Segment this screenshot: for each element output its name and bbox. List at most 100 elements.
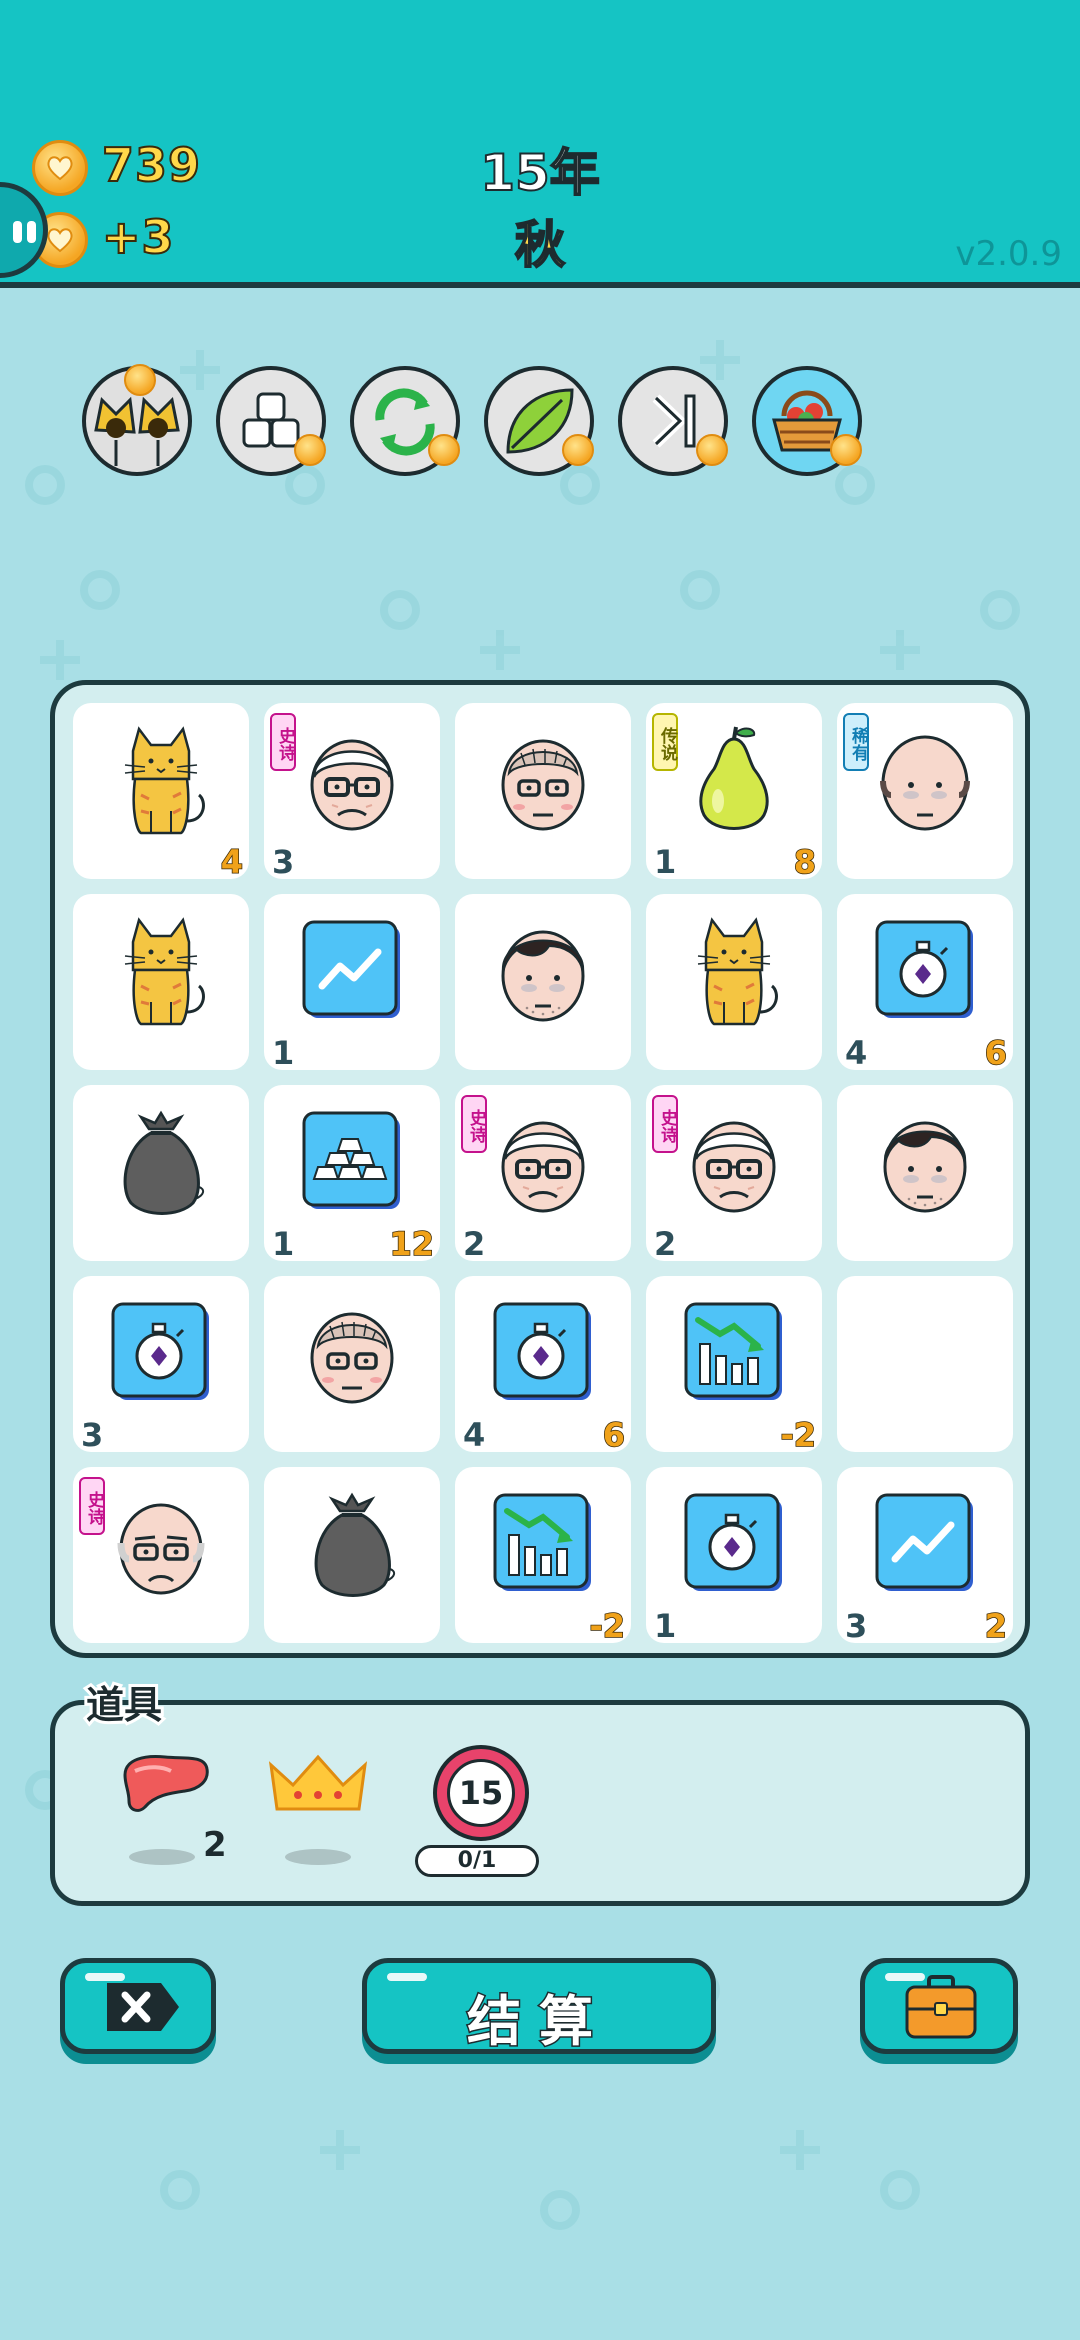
season-label: 秋 [514, 215, 566, 275]
version-label: v2.0.9 [955, 234, 1062, 274]
delete-icon [107, 1983, 179, 2031]
board-tile-empty[interactable] [837, 1276, 1013, 1452]
stopwatch-card-icon [101, 1294, 221, 1414]
middle-aged-man-icon [483, 721, 603, 841]
coin-icon [32, 140, 88, 196]
board-tile-old-man-glasses[interactable]: 史诗 3 [264, 703, 440, 882]
skip-skill-button[interactable] [618, 366, 728, 476]
tile-value: 6 [984, 1033, 1008, 1073]
rarity-badge: 传说 [652, 713, 678, 771]
rising-chart-card-icon [292, 912, 412, 1032]
inventory-button[interactable] [860, 1958, 1018, 2054]
board-tile-garbage-bag[interactable] [73, 1085, 249, 1261]
sugar-cubes-skill-button[interactable] [216, 366, 326, 476]
liver-item[interactable] [115, 1745, 215, 1865]
briefcase-icon [905, 1975, 977, 2039]
menu-tab-button[interactable] [0, 182, 48, 278]
board-tile-old-man-glasses[interactable]: 史诗 2 [646, 1085, 822, 1264]
board-tile-young-man[interactable] [455, 894, 631, 1070]
tile-value: 2 [984, 1606, 1008, 1646]
stopwatch-card-icon [483, 1294, 603, 1414]
board-tile-bald-old-man[interactable]: 史诗 [73, 1467, 249, 1643]
items-panel: 2 15 0/1 [50, 1700, 1030, 1906]
tile-count: 2 [653, 1224, 677, 1264]
bald-old-man-icon [101, 1485, 221, 1605]
garbage-bag-icon [101, 1103, 221, 1223]
tile-count: 3 [844, 1606, 868, 1646]
timer-item[interactable]: 15 0/1 [415, 1745, 545, 1895]
rising-chart-card-icon [865, 1485, 985, 1605]
cost-coin-icon [428, 434, 460, 466]
tile-count: 3 [80, 1415, 104, 1455]
tile-count: 3 [271, 842, 295, 882]
liver-icon [123, 1755, 209, 1812]
cost-coin-icon [696, 434, 728, 466]
cost-coin-icon [124, 364, 156, 396]
cost-coin-icon [562, 434, 594, 466]
old-man-glasses-icon [483, 1103, 603, 1223]
cat-icon [674, 912, 794, 1032]
timer-progress-bar: 0/1 [415, 1845, 539, 1877]
remove-button[interactable] [60, 1958, 216, 2054]
tile-value: 6 [602, 1415, 626, 1455]
cat-icon [101, 912, 221, 1032]
board-tile-stopwatch-card[interactable]: 1 [646, 1467, 822, 1646]
settle-button-label: 结算 [466, 1989, 611, 2055]
tile-value: 8 [793, 842, 817, 882]
board-tile-gold-bars-card[interactable]: 1 12 [264, 1085, 440, 1264]
board-tile-pear[interactable]: 传说 1 8 [646, 703, 822, 882]
pear-icon [674, 721, 794, 841]
board-tile-rising-chart-card[interactable]: 1 [264, 894, 440, 1073]
falling-chart-card-icon [674, 1294, 794, 1414]
board-tile-stopwatch-card[interactable]: 46 [455, 1276, 631, 1455]
tile-value: 12 [389, 1224, 435, 1264]
tile-count: 1 [271, 1224, 295, 1264]
crown-item[interactable] [263, 1749, 373, 1869]
leaf-skill-button[interactable] [484, 366, 594, 476]
stopwatch-card-icon [865, 912, 985, 1032]
board-tile-middle-aged-man[interactable] [455, 703, 631, 879]
coin-count: 739 [101, 137, 202, 193]
board-tile-stopwatch-card[interactable]: 3 [73, 1276, 249, 1455]
tile-value: -2 [589, 1606, 626, 1646]
board-tile-cat[interactable]: 4 [73, 703, 249, 882]
two-cats-skill-button[interactable] [82, 364, 192, 476]
refresh-skill-button[interactable] [350, 366, 460, 476]
liver-count: 2 [203, 1825, 227, 1865]
income-per-turn: +3 [101, 209, 175, 265]
cost-coin-icon [294, 434, 326, 466]
timer-badge: 15 [433, 1745, 529, 1841]
board-tile-falling-chart-card[interactable]: -2 [646, 1276, 822, 1455]
board-tile-stopwatch-card[interactable]: 46 [837, 894, 1013, 1073]
board-tile-young-man[interactable] [837, 1085, 1013, 1261]
item-shadow [129, 1849, 195, 1865]
stopwatch-card-icon [674, 1485, 794, 1605]
rarity-badge: 稀有 [843, 713, 869, 771]
board-tile-garbage-bag[interactable] [264, 1467, 440, 1643]
cat-icon [101, 721, 221, 841]
young-man-icon [483, 912, 603, 1032]
top-bar: 739 +3 15年 秋 v2.0.9 [0, 0, 1080, 288]
settle-button[interactable]: 结算 [362, 1958, 716, 2055]
board-tile-old-man-glasses[interactable]: 史诗 2 [455, 1085, 631, 1264]
rarity-badge: 史诗 [79, 1477, 105, 1535]
tile-count: 1 [653, 842, 677, 882]
tile-count: 1 [653, 1606, 677, 1646]
item-shadow [285, 1849, 351, 1865]
rarity-badge: 史诗 [270, 713, 296, 771]
board-tile-cat[interactable] [73, 894, 249, 1070]
board-tile-cat[interactable] [646, 894, 822, 1070]
tile-count: 4 [462, 1415, 486, 1455]
board-tile-bald-man[interactable]: 稀有 [837, 703, 1013, 879]
board-tile-rising-chart-card[interactable]: 32 [837, 1467, 1013, 1646]
fruit-basket-skill-button[interactable] [752, 366, 862, 476]
tile-count: 1 [271, 1033, 295, 1073]
board-tile-falling-chart-card[interactable]: -2 [455, 1467, 631, 1646]
board-tile-middle-aged-man[interactable] [264, 1276, 440, 1452]
old-man-glasses-icon [674, 1103, 794, 1223]
tile-value: -2 [780, 1415, 817, 1455]
young-man-icon [865, 1103, 985, 1223]
old-man-glasses-icon [292, 721, 412, 841]
timer-progress-text: 0/1 [457, 1848, 497, 1873]
items-label: 道具 [83, 1680, 165, 1730]
